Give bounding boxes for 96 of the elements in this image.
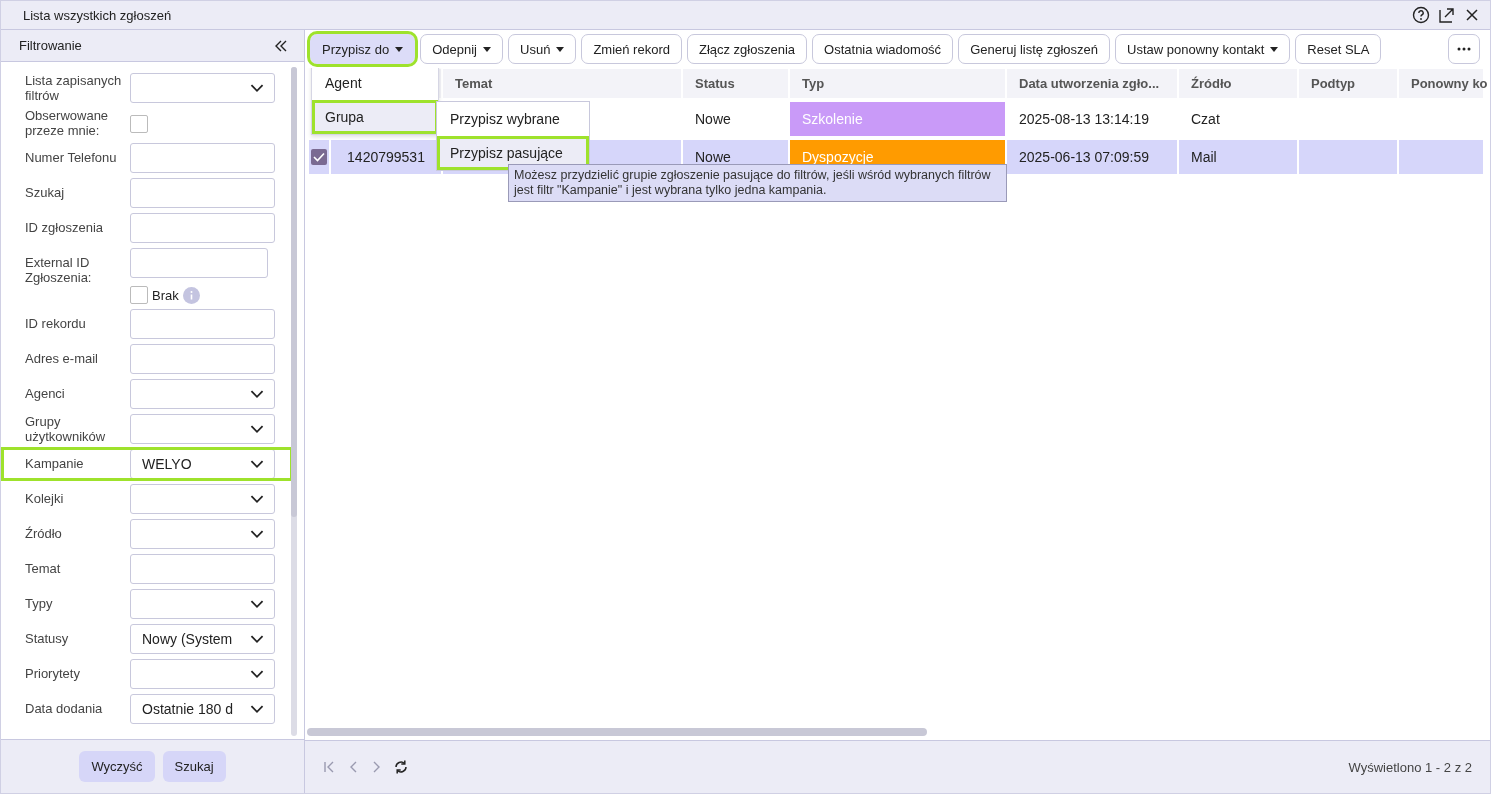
filter-label: Priorytety [25,665,81,681]
chevron-down-icon [250,459,264,469]
select-field[interactable] [130,414,275,444]
filter-button[interactable]: Szukaj [162,751,226,782]
chevron-down-icon [250,83,264,93]
filter-label: External ID Zgłoszenia: [25,254,93,285]
more-button[interactable] [1448,34,1480,64]
toolbar-button[interactable]: Ostatnia wiadomość [812,34,954,64]
filter-button[interactable]: Wyczyść [79,751,155,782]
help-icon[interactable] [1412,6,1430,24]
menu-item[interactable]: Grupa [312,100,438,134]
select-field[interactable] [130,519,275,549]
select-field[interactable]: Ostatnie 180 d [130,694,275,724]
input-field[interactable] [130,143,275,173]
collapse-icon[interactable] [274,39,288,52]
toolbar-button[interactable]: Złącz zgłoszenia [686,34,808,64]
scrollbar[interactable] [291,67,297,736]
input-field[interactable] [130,178,275,208]
toolbar-button[interactable]: Zmień rekord [581,34,682,64]
input-field[interactable] [130,554,275,584]
caret-icon [395,46,404,52]
filter-label: Obserwowane przeze mnie: [25,108,110,138]
toolbar-button[interactable]: Usuń [508,34,577,64]
window-title: Lista wszystkich zgłoszeń [23,7,172,23]
previous-page-icon[interactable] [349,760,359,774]
filter-label: Źródło [25,525,63,541]
chevron-down-icon [250,389,264,399]
input-field[interactable] [130,344,275,374]
popout-icon[interactable] [1438,6,1456,24]
caret-icon [483,46,491,52]
chevron-down-icon [250,494,264,504]
column-header[interactable]: Źródło [1179,69,1297,98]
select-field[interactable] [130,484,275,514]
column-header[interactable]: Data utworzenia zgło... [1007,69,1177,98]
table-cell-text: Nowe [694,110,732,129]
filter-label: Lista zapisanych filtrów [25,73,123,103]
caret-icon [556,46,565,52]
filter-label: Grupy użytkowników [25,414,107,444]
filter-label: Agenci [25,385,66,401]
filter-label: Data dodania [25,700,104,716]
checkbox[interactable] [130,286,148,304]
column-header[interactable]: Temat [443,69,681,98]
chevron-down-icon [250,599,264,609]
filter-label: Statusy [25,630,70,646]
select-field[interactable] [130,73,275,103]
chevron-down-icon [250,669,264,679]
checkbox-label: Brak [152,287,179,303]
toolbar-button[interactable]: Odepnij [420,34,503,64]
table-cell: 2025-06-13 07:09:59 [1007,140,1177,174]
select-field[interactable] [130,589,275,619]
filter-label: Adres e-mail [25,350,99,366]
menu-item[interactable]: Agent [312,68,438,100]
menu-item[interactable]: Przypisz wybrane [437,102,589,136]
select-field[interactable] [130,379,275,409]
filter-label: Temat [25,560,62,576]
filter-label: Kolejki [25,490,65,506]
chevron-down-icon [250,529,264,539]
more-icon [1457,47,1471,51]
filter-label: Numer Telefonu [25,149,118,165]
chevron-down-icon [250,704,264,714]
table-cell-text: Czat [1190,110,1221,129]
input-field[interactable] [130,248,268,278]
caret-icon [1270,46,1279,52]
toolbar-button[interactable]: Generuj listę zgłoszeń [958,34,1111,64]
filter-label: ID rekordu [25,315,87,331]
chevron-down-icon [250,634,264,644]
table-cell-text: 2025-08-13 13:14:19 [1018,110,1150,129]
toolbar-button[interactable]: Reset SLA [1295,34,1382,64]
panel-title: Filtrowanie [19,38,82,53]
select-field[interactable] [130,659,275,689]
scrollbar[interactable] [307,728,927,736]
column-header[interactable]: Podtyp [1299,69,1397,98]
filter-label: ID zgłoszenia [25,219,105,235]
type-tag: Szkolenie [790,102,1005,136]
info-icon [182,286,200,304]
row-checkbox[interactable] [311,149,327,165]
close-icon[interactable] [1464,7,1480,23]
input-field[interactable] [130,213,275,243]
toolbar-button[interactable]: Ustaw ponowny kontakt [1115,34,1291,64]
select-field[interactable]: WELYO [130,449,275,479]
refresh-icon[interactable] [393,759,409,775]
next-page-icon[interactable] [371,760,381,774]
filter-label: Typy [25,595,54,611]
column-header[interactable]: Typ [790,69,1005,98]
filter-label: Szukaj [25,184,66,200]
select-field[interactable]: Nowy (System [130,624,275,654]
filter-label: Kampanie [25,455,85,471]
table-cell: 1420799531 [331,140,441,174]
column-header[interactable]: Status [683,69,788,98]
page-summary: Wyświetlono 1 - 2 z 2 [1348,759,1472,775]
checkbox[interactable] [130,115,148,133]
chevron-down-icon [250,424,264,434]
toolbar-button[interactable]: Przypisz do [310,34,416,64]
input-field[interactable] [130,309,275,339]
table-cell: Mail [1179,140,1297,174]
menu-item[interactable]: Przypisz pasujące [437,136,589,170]
